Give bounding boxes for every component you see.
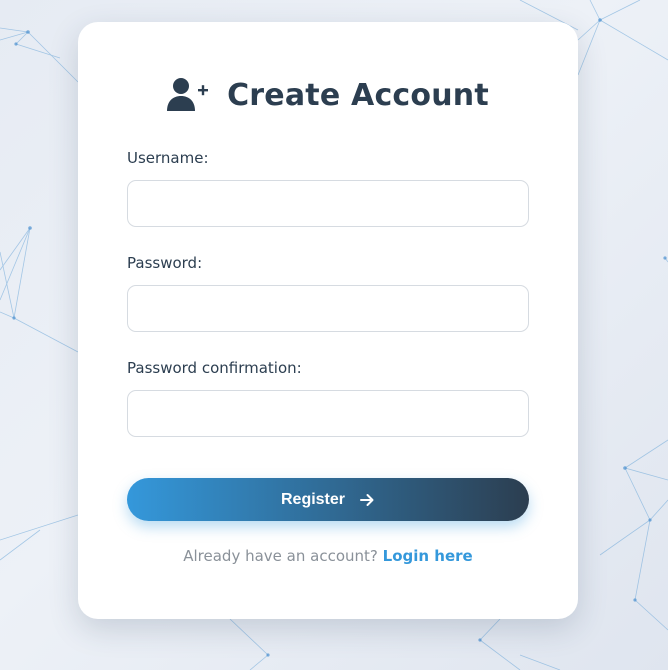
register-card: Create Account Username: Password: Passw… [78, 22, 578, 619]
form-header: Create Account [78, 77, 578, 113]
page-title: Create Account [227, 78, 489, 113]
login-prompt: Already have an account? Login here [78, 547, 578, 565]
register-button[interactable]: Register [127, 478, 529, 521]
arrow-right-icon [360, 493, 374, 506]
username-input[interactable] [127, 180, 529, 227]
password-confirmation-input[interactable] [127, 390, 529, 437]
register-button-label: Register [280, 490, 346, 508]
password-label: Password: [127, 254, 203, 272]
login-prompt-text: Already have an account? [183, 547, 378, 565]
password-confirmation-label: Password confirmation: [127, 359, 302, 377]
password-input[interactable] [127, 285, 529, 332]
user-plus-icon [167, 77, 209, 111]
login-link[interactable]: Login here [383, 547, 473, 565]
username-label: Username: [127, 149, 209, 167]
